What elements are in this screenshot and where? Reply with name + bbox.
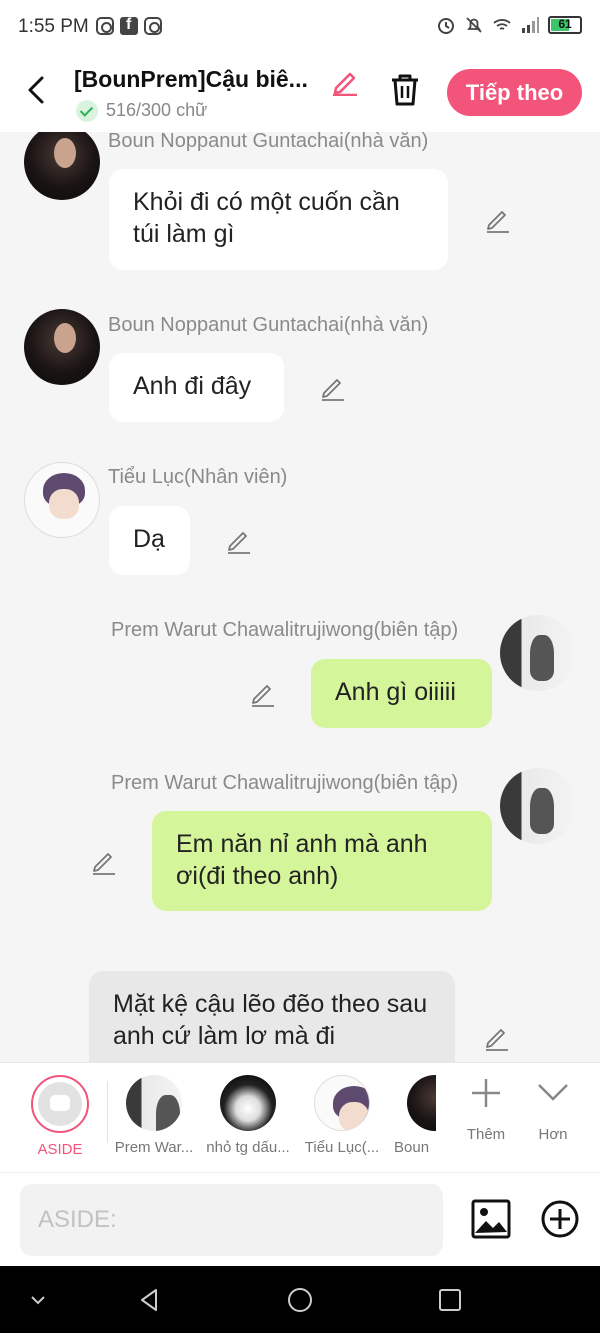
editor-header: [BounPrem]Cậu biê... 516/300 chữ Tiếp th… bbox=[0, 56, 600, 132]
character-avatar bbox=[126, 1075, 182, 1131]
aside-bubble[interactable]: Mặt kệ cậu lẽo đẽo theo sau anh cứ làm l… bbox=[89, 971, 455, 1062]
character-item[interactable]: Tiểu Lục(... bbox=[297, 1075, 387, 1156]
chevron-down-icon bbox=[538, 1084, 568, 1101]
avatar[interactable] bbox=[24, 462, 100, 538]
check-icon bbox=[76, 100, 98, 122]
back-button[interactable] bbox=[22, 70, 54, 110]
avatar[interactable] bbox=[24, 132, 100, 200]
avatar[interactable] bbox=[24, 309, 100, 385]
recents-nav-icon[interactable] bbox=[436, 1286, 464, 1314]
delete-button[interactable] bbox=[388, 72, 422, 108]
message-bubble[interactable]: Dạ bbox=[109, 506, 190, 575]
sender-name: Tiểu Lục(Nhân viên) bbox=[108, 466, 288, 488]
plus-icon bbox=[472, 1079, 500, 1107]
edit-message-icon[interactable] bbox=[319, 373, 347, 401]
message-bubble[interactable]: Em năn nỉ anh mà anh ơi(đi theo anh) bbox=[152, 811, 492, 911]
signal-icon bbox=[522, 17, 539, 33]
character-selector: ASIDE Prem War... nhỏ tg dấu... Tiểu Lục… bbox=[0, 1062, 600, 1172]
instagram-icon bbox=[144, 17, 162, 35]
add-button[interactable] bbox=[540, 1199, 580, 1239]
character-name: nhỏ tg dấu... bbox=[206, 1139, 290, 1156]
battery-icon: 61 bbox=[548, 16, 582, 34]
system-icons: 61 bbox=[436, 15, 582, 35]
wifi-icon bbox=[493, 19, 511, 30]
input-bar bbox=[0, 1172, 600, 1266]
edit-title-icon[interactable] bbox=[330, 66, 360, 96]
battery-level: 61 bbox=[558, 17, 572, 31]
character-item[interactable]: Prem War... bbox=[109, 1075, 199, 1156]
message-bubble[interactable]: Anh đi đây bbox=[109, 353, 284, 422]
add-label: Thêm bbox=[466, 1126, 506, 1143]
aside-selector[interactable]: ASIDE bbox=[15, 1075, 105, 1158]
edit-message-icon[interactable] bbox=[249, 679, 277, 707]
edit-message-icon[interactable] bbox=[90, 847, 118, 875]
chat-area[interactable]: Boun Noppanut Guntachai(nhà văn) Khỏi đi… bbox=[0, 132, 600, 1062]
collapse-button[interactable]: Hơn bbox=[518, 1073, 588, 1143]
character-name: Prem War... bbox=[114, 1139, 194, 1156]
message-bubble[interactable]: Khỏi đi có một cuốn cần túi làm gì bbox=[109, 169, 448, 270]
back-nav-icon[interactable] bbox=[136, 1286, 164, 1314]
alarm-icon bbox=[438, 18, 454, 34]
avatar[interactable] bbox=[500, 768, 576, 844]
character-item[interactable]: Boun bbox=[391, 1075, 436, 1156]
collapse-label: Hơn bbox=[538, 1126, 568, 1143]
aside-avatar bbox=[31, 1075, 89, 1133]
message-bubble[interactable]: Anh gì oiiiii bbox=[311, 659, 492, 728]
aside-input[interactable] bbox=[20, 1184, 443, 1256]
sender-name: Boun Noppanut Guntachai(nhà văn) bbox=[108, 132, 429, 152]
character-avatar bbox=[407, 1075, 436, 1131]
edit-message-icon[interactable] bbox=[225, 526, 253, 554]
edit-message-icon[interactable] bbox=[484, 205, 512, 233]
image-button[interactable] bbox=[471, 1199, 511, 1239]
next-button[interactable]: Tiếp theo bbox=[447, 69, 582, 116]
character-avatar bbox=[220, 1075, 276, 1131]
divider bbox=[107, 1081, 108, 1143]
character-name: Boun bbox=[394, 1139, 430, 1156]
sender-name: Prem Warut Chawalitrujiwong(biên tập) bbox=[111, 772, 459, 794]
sender-name: Boun Noppanut Guntachai(nhà văn) bbox=[108, 314, 429, 336]
character-avatar bbox=[314, 1075, 370, 1131]
system-nav-bar bbox=[0, 1266, 600, 1333]
character-name: Tiểu Lục(... bbox=[304, 1139, 380, 1156]
aside-label: ASIDE bbox=[37, 1141, 83, 1158]
notification-icons bbox=[96, 16, 162, 35]
character-item[interactable]: nhỏ tg dấu... bbox=[203, 1075, 293, 1156]
status-bar: 1:55 PM 61 bbox=[0, 0, 600, 56]
message-icon bbox=[38, 1082, 82, 1126]
instagram-icon bbox=[96, 17, 114, 35]
avatar[interactable] bbox=[500, 615, 576, 691]
bell-off-icon bbox=[466, 17, 482, 33]
edit-message-icon[interactable] bbox=[483, 1023, 511, 1051]
word-count: 516/300 chữ bbox=[106, 100, 208, 120]
add-character-button[interactable]: Thêm bbox=[451, 1073, 521, 1143]
facebook-icon bbox=[120, 16, 138, 35]
chevron-down-icon[interactable] bbox=[24, 1286, 52, 1314]
sender-name: Prem Warut Chawalitrujiwong(biên tập) bbox=[111, 619, 459, 641]
status-time: 1:55 PM bbox=[18, 16, 89, 37]
home-nav-icon[interactable] bbox=[286, 1286, 314, 1314]
story-title: [BounPrem]Cậu biê... bbox=[74, 66, 308, 92]
